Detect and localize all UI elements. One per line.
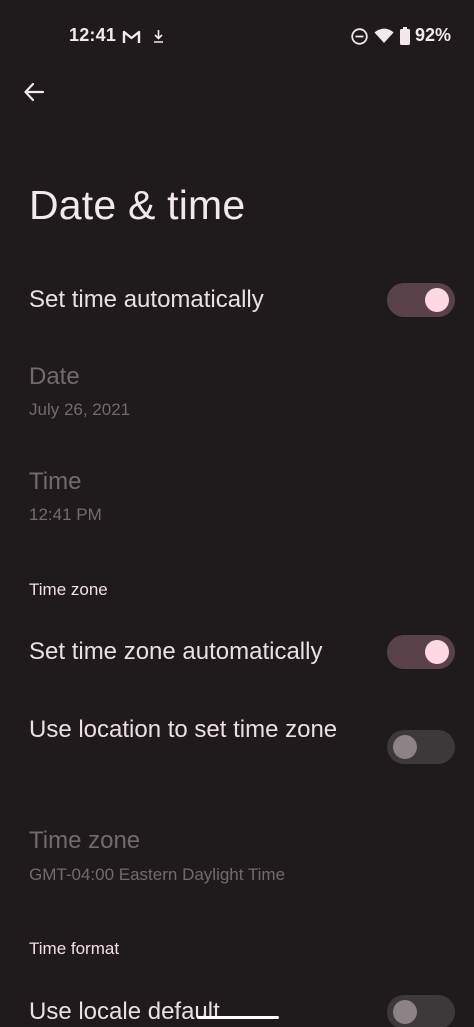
time-zone-section-header: Time zone [29, 580, 108, 599]
gmail-icon [122, 29, 141, 44]
status-bar: 12:41 92% [0, 0, 474, 72]
arrow-left-icon [23, 81, 45, 108]
date-row: Date July 26, 2021 [0, 356, 474, 426]
time-value: 12:41 PM [29, 505, 102, 524]
set-time-zone-automatically-switch[interactable] [387, 635, 455, 669]
set-time-zone-automatically-label: Set time zone automatically [29, 638, 323, 665]
switch-thumb [425, 288, 449, 312]
back-button[interactable] [12, 72, 56, 116]
time-zone-row: Time zone GMT-04:00 Eastern Daylight Tim… [0, 821, 474, 891]
switch-thumb [393, 1000, 417, 1024]
set-time-zone-automatically-row[interactable]: Set time zone automatically [0, 626, 474, 682]
set-time-automatically-label: Set time automatically [29, 286, 264, 313]
screen: 12:41 92% Date & time Set time automatic… [0, 0, 474, 1027]
switch-thumb [425, 640, 449, 664]
use-location-label: Use location to set time zone [29, 716, 338, 743]
date-value: July 26, 2021 [29, 400, 131, 419]
time-format-section-header: Time format [29, 939, 120, 958]
wifi-icon [374, 28, 394, 44]
time-row: Time 12:41 PM [0, 461, 474, 531]
use-locale-default-switch[interactable] [387, 995, 455, 1027]
battery-percentage: 92% [415, 25, 452, 45]
use-location-row[interactable]: Use location to set time zone [0, 712, 474, 784]
status-time: 12:41 [69, 25, 117, 45]
use-locale-default-row[interactable]: Use locale default [0, 992, 474, 1027]
time-zone-value: GMT-04:00 Eastern Daylight Time [29, 865, 286, 884]
set-time-automatically-row[interactable]: Set time automatically [0, 272, 474, 328]
time-label: Time [29, 468, 82, 495]
switch-thumb [393, 735, 417, 759]
use-locale-default-label: Use locale default [29, 998, 220, 1025]
set-time-automatically-switch[interactable] [387, 283, 455, 317]
battery-icon [400, 27, 410, 45]
download-icon [153, 29, 164, 43]
do-not-disturb-icon [351, 28, 368, 45]
gesture-navigation-bar[interactable] [197, 1016, 279, 1019]
date-label: Date [29, 363, 80, 390]
time-zone-label: Time zone [29, 827, 141, 854]
page-title: Date & time [29, 182, 246, 228]
use-location-switch[interactable] [387, 730, 455, 764]
